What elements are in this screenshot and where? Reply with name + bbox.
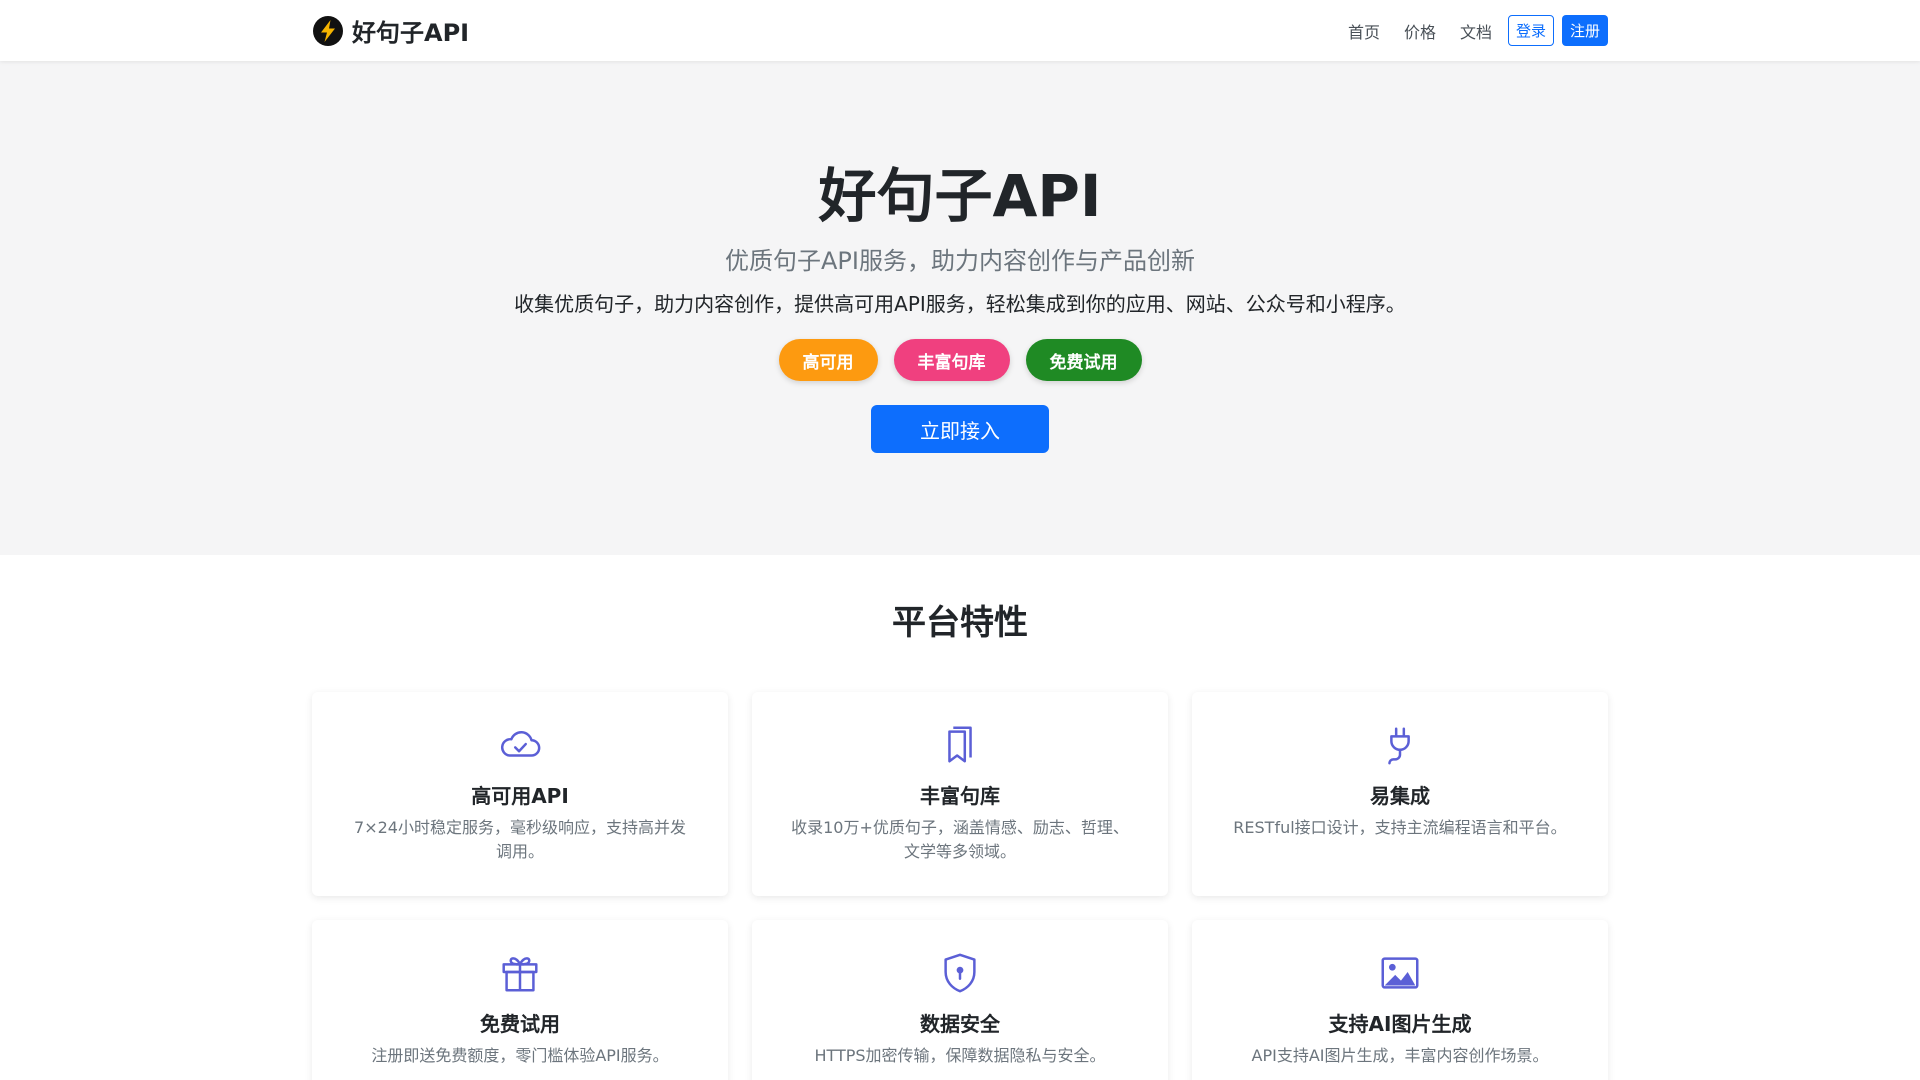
hero-description: 收集优质句子，助力内容创作，提供高可用API服务，轻松集成到你的应用、网站、公众…	[514, 292, 1406, 316]
feature-description: RESTful接口设计，支持主流编程语言和平台。	[1233, 818, 1567, 837]
nav-links: 首页 价格 文档 登录 注册	[1324, 15, 1608, 46]
plug-icon	[1388, 727, 1410, 765]
get-started-button[interactable]: 立即接入	[871, 405, 1049, 453]
image-icon	[1381, 957, 1419, 989]
feature-card: 高可用API 7×24小时稳定服务，毫秒级响应，支持高并发调用。	[312, 692, 728, 896]
feature-description: 注册即送免费额度，零门槛体验API服务。	[371, 1046, 669, 1065]
bookmarks-icon	[948, 726, 972, 763]
login-button[interactable]: 登录	[1508, 15, 1554, 46]
feature-title: 数据安全	[920, 1012, 1000, 1036]
hero-badges: 高可用 丰富句库 免费试用	[778, 339, 1142, 381]
register-button[interactable]: 注册	[1562, 15, 1608, 46]
features-grid: 高可用API 7×24小时稳定服务，毫秒级响应，支持高并发调用。 丰富句库 收录…	[312, 692, 1608, 1080]
nav-link-home[interactable]: 首页	[1348, 19, 1380, 43]
feature-description: API支持AI图片生成，丰富内容创作场景。	[1251, 1046, 1549, 1065]
feature-card: 易集成 RESTful接口设计，支持主流编程语言和平台。	[1192, 692, 1608, 896]
features-section: 平台特性 高可用API 7×24小时稳定服务，毫秒级响应，支持高并发调用。 丰富…	[312, 601, 1608, 1080]
brand[interactable]: 好句子API	[312, 13, 469, 48]
feature-title: 支持AI图片生成	[1328, 1012, 1472, 1036]
feature-description: HTTPS加密传输，保障数据隐私与安全。	[814, 1046, 1106, 1065]
brand-name: 好句子API	[352, 19, 470, 47]
hero-subtitle: 优质句子API服务，助力内容创作与产品创新	[725, 247, 1195, 275]
navbar-inner: 好句子API 首页 价格 文档 登录 注册	[312, 0, 1608, 61]
features-title: 平台特性	[892, 603, 1028, 643]
feature-title: 免费试用	[480, 1012, 560, 1036]
nav-link-pricing[interactable]: 价格	[1404, 19, 1436, 43]
feature-card: 支持AI图片生成 API支持AI图片生成，丰富内容创作场景。	[1192, 920, 1608, 1080]
feature-title: 易集成	[1370, 784, 1430, 808]
hero-section: 好句子API 优质句子API服务，助力内容创作与产品创新 收集优质句子，助力内容…	[0, 61, 1920, 555]
feature-card: 免费试用 注册即送免费额度，零门槛体验API服务。	[312, 920, 728, 1080]
feature-card: 数据安全 HTTPS加密传输，保障数据隐私与安全。	[752, 920, 1168, 1080]
navbar: 好句子API 首页 价格 文档 登录 注册	[0, 0, 1920, 61]
hero-title: 好句子API	[818, 162, 1102, 230]
badge-free-trial: 免费试用	[1025, 339, 1142, 381]
badge-rich-library: 丰富句库	[893, 339, 1010, 381]
shield-lock-icon	[944, 953, 976, 993]
feature-description: 7×24小时稳定服务，毫秒级响应，支持高并发调用。	[354, 818, 686, 861]
feature-title: 高可用API	[471, 784, 569, 808]
feature-description: 收录10万+优质句子，涵盖情感、励志、哲理、文学等多领域。	[791, 818, 1129, 861]
cloud-check-icon	[500, 731, 541, 757]
lightning-bolt-icon	[313, 15, 343, 46]
feature-card: 丰富句库 收录10万+优质句子，涵盖情感、励志、哲理、文学等多领域。	[752, 692, 1168, 896]
badge-high-availability: 高可用	[778, 339, 878, 381]
feature-title: 丰富句库	[920, 784, 1000, 808]
nav-link-docs[interactable]: 文档	[1460, 19, 1492, 43]
gift-icon	[502, 957, 538, 992]
